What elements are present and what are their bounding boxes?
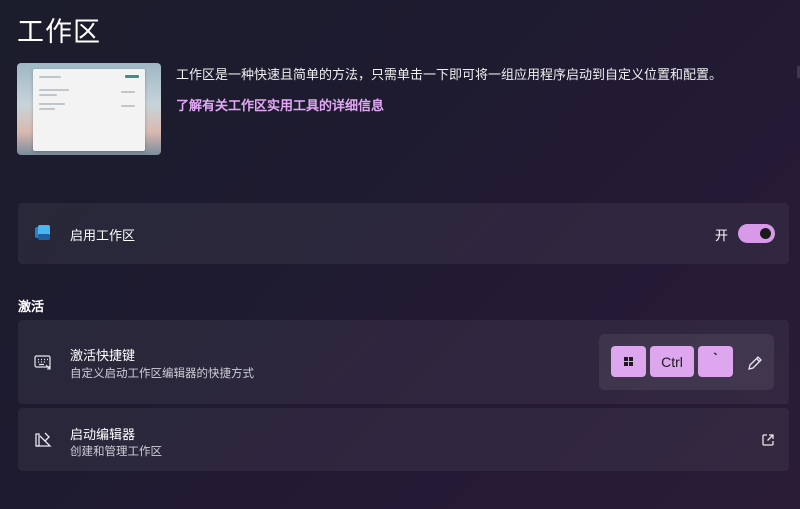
shortcut-keys[interactable]: Ctrl ` [599, 334, 774, 390]
activation-shortcut-card: 激活快捷键 自定义启动工作区编辑器的快捷方式 Ctrl ` [18, 320, 789, 404]
ctrl-key: Ctrl [650, 346, 694, 377]
shortcut-subtitle: 自定义启动工作区编辑器的快捷方式 [70, 366, 254, 380]
hero-image [17, 63, 161, 155]
external-link-icon[interactable] [761, 432, 775, 446]
enable-workspaces-label: 启用工作区 [70, 229, 136, 244]
hero-description: 工作区是一种快速且简单的方法，只需单击一下即可将一组应用程序启动到自定义位置和配… [176, 68, 723, 83]
learn-more-link[interactable]: 了解有关工作区实用工具的详细信息 [176, 95, 384, 114]
keyboard-icon [34, 353, 52, 371]
backtick-key: ` [698, 346, 733, 377]
shortcut-title: 激活快捷键 [70, 349, 136, 364]
editor-icon [34, 430, 52, 448]
page-title: 工作区 [17, 17, 101, 48]
launch-editor-card[interactable]: 启动编辑器 创建和管理工作区 [18, 408, 789, 471]
windows-key-icon [624, 357, 633, 366]
windows-key [611, 346, 646, 377]
enable-workspaces-toggle[interactable] [738, 224, 775, 243]
toggle-state-label: 开 [714, 229, 728, 244]
toggle-knob [760, 228, 771, 239]
workspaces-icon [34, 224, 52, 242]
hero-preview-window [33, 69, 145, 151]
enable-workspaces-card: 启用工作区 开 [18, 203, 789, 264]
pencil-icon[interactable] [746, 354, 764, 372]
activation-section-label: 激活 [18, 300, 45, 315]
editor-title: 启动编辑器 [70, 428, 136, 443]
editor-subtitle: 创建和管理工作区 [70, 444, 162, 458]
